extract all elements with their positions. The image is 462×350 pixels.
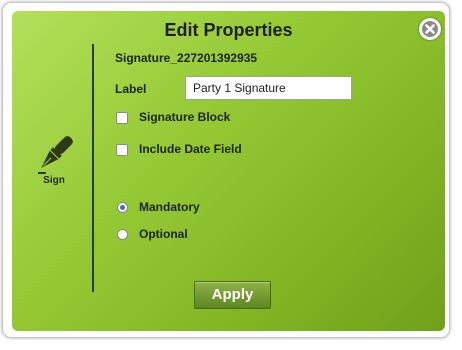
include-date-label: Include Date Field xyxy=(139,142,242,156)
signature-name: Signature_227201392935 xyxy=(115,51,258,65)
close-button[interactable] xyxy=(419,18,441,40)
close-icon xyxy=(422,21,438,37)
mandatory-label: Mandatory xyxy=(139,200,200,214)
checkbox-box[interactable] xyxy=(116,144,128,156)
edit-properties-dialog: Edit Properties Sign Signature_227201392… xyxy=(12,11,445,331)
apply-button[interactable]: Apply xyxy=(194,281,271,309)
label-input[interactable] xyxy=(185,76,352,100)
sign-tool xyxy=(32,133,76,177)
radio-button-selected[interactable] xyxy=(117,202,128,213)
signature-block-label: Signature Block xyxy=(139,110,231,124)
dialog-title: Edit Properties xyxy=(164,20,293,40)
vertical-divider xyxy=(92,44,94,292)
checkbox-box[interactable] xyxy=(116,112,128,124)
label-caption: Label xyxy=(115,82,147,96)
pen-icon xyxy=(38,136,73,174)
optional-label: Optional xyxy=(139,227,188,241)
sign-label: Sign xyxy=(43,175,65,186)
radio-button[interactable] xyxy=(117,229,128,240)
